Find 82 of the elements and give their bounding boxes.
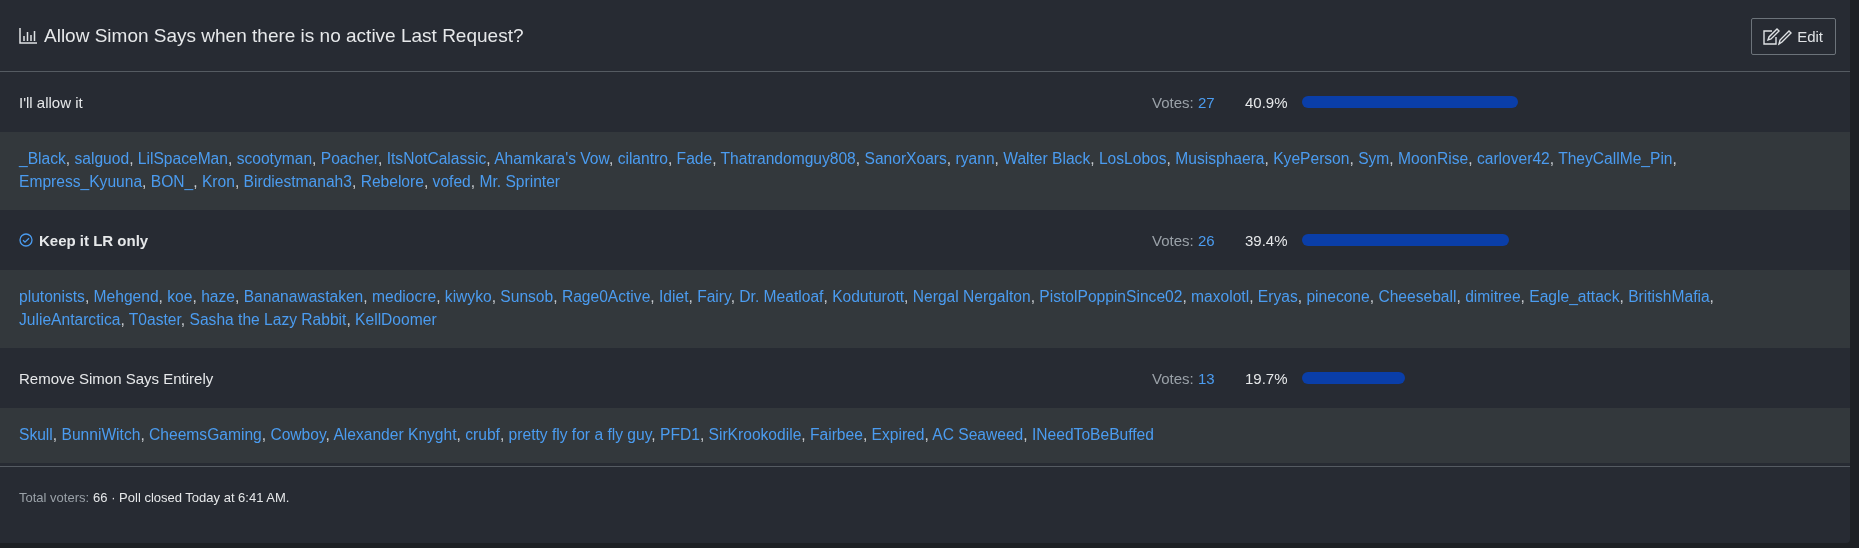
- voter-link[interactable]: dimitree: [1465, 288, 1521, 305]
- voter-list: plutonists, Mehgend, koe, haze, Bananawastaken, mediocre, kiwyko, Sunsob, Rage0Active, Idiet, Fairy, Dr. Meatloaf, Koduturott, Nergal Nergalton, PistolPoppinSince02, maxolotl, Eryas, pinecone, Cheeseball, dimitree, Eagle_attack, BritishMafia, JulieAntarctica, T0aster, Sasha the Lazy Rabbit, KellDoomer: [0, 270, 1850, 348]
- voter-link[interactable]: haze: [201, 288, 235, 305]
- voter-link[interactable]: ItsNotCalassic: [386, 150, 487, 167]
- voter-link[interactable]: maxolotl: [1191, 288, 1250, 305]
- voter-link[interactable]: LosLobos: [1098, 150, 1167, 167]
- voter-link[interactable]: Fade: [676, 150, 713, 167]
- voter-link[interactable]: MoonRise: [1398, 150, 1469, 167]
- option-label: Keep it LR only: [39, 231, 149, 249]
- voter-link[interactable]: KyePerson: [1273, 150, 1350, 167]
- vote-percent: 39.4%: [1245, 231, 1289, 249]
- voter-link[interactable]: CheemsGaming: [149, 426, 262, 443]
- voter-link[interactable]: Rebelore: [360, 173, 424, 190]
- vote-percent: 19.7%: [1245, 369, 1289, 387]
- voter-link[interactable]: KellDoomer: [355, 311, 437, 328]
- voter-link[interactable]: T0aster: [128, 311, 181, 328]
- voter-link[interactable]: vofed: [432, 173, 471, 190]
- voter-link[interactable]: BON_: [150, 173, 194, 190]
- voter-link[interactable]: Eagle_attack: [1529, 288, 1620, 305]
- voter-link[interactable]: cilantro: [617, 150, 668, 167]
- voter-link[interactable]: koe: [167, 288, 193, 305]
- voter-link[interactable]: TheyCallMe_Pin: [1558, 150, 1673, 167]
- voter-link[interactable]: BritishMafia: [1628, 288, 1710, 305]
- voter-link[interactable]: Rage0Active: [561, 288, 651, 305]
- voter-link[interactable]: Walter Black: [1003, 150, 1091, 167]
- voter-link[interactable]: Mehgend: [93, 288, 159, 305]
- vote-percent: 40.9%: [1245, 93, 1289, 111]
- voter-link[interactable]: Fairbee: [810, 426, 863, 443]
- voter-list: _Black, salguod, LilSpaceMan, scootyman, Poacher, ItsNotCalassic, Ahamkara's Vow, cilantro, Fade, Thatrandomguy808, SanorXoars, ryann, Walter Black, LosLobos, Musisphaera, KyePerson, Sym, MoonRise, carlover42, TheyCallMe_Pin, Empress_Kyuuna, BON_, Kron, Birdiestmanah3, Rebelore, vofed, Mr. Sprinter: [0, 132, 1850, 210]
- voter-link[interactable]: BunniWitch: [61, 426, 141, 443]
- check-circle-icon: [19, 233, 33, 247]
- voter-list: Skull, BunniWitch, CheemsGaming, Cowboy, Alexander Knyght, crubf, pretty fly for a fly guy, PFD1, SirKrookodile, Fairbee, Expired, AC Seaweed, INeedToBeBuffed: [0, 408, 1850, 463]
- voter-link[interactable]: Expired: [871, 426, 925, 443]
- voter-link[interactable]: Ahamkara's Vow: [494, 150, 609, 167]
- voter-link[interactable]: Alexander Knyght: [333, 426, 457, 443]
- vote-count: Votes: 13: [1152, 369, 1216, 387]
- vote-count: Votes: 27: [1152, 93, 1216, 111]
- footer-text: 66 · Poll closed Today at 6:41 AM.: [93, 490, 290, 505]
- voter-link[interactable]: Musisphaera: [1175, 150, 1265, 167]
- voter-link[interactable]: pinecone: [1306, 288, 1370, 305]
- voter-link[interactable]: Kron: [201, 173, 235, 190]
- chart-icon: [19, 27, 38, 44]
- voter-link[interactable]: INeedToBeBuffed: [1032, 426, 1154, 443]
- option-label: I'll allow it: [19, 93, 83, 111]
- voter-link[interactable]: salguod: [74, 150, 130, 167]
- voter-link[interactable]: Sym: [1358, 150, 1390, 167]
- footer-label: Total voters:: [19, 490, 90, 505]
- edit-button[interactable]: Edit: [1751, 18, 1836, 55]
- voter-link[interactable]: Nergal Nergalton: [912, 288, 1031, 305]
- voter-link[interactable]: Sunsob: [500, 288, 554, 305]
- voter-link[interactable]: Fairy: [697, 288, 731, 305]
- voter-link[interactable]: Skull: [19, 426, 53, 443]
- voter-link[interactable]: Poacher: [320, 150, 378, 167]
- voter-link[interactable]: Eryas: [1257, 288, 1298, 305]
- voter-link[interactable]: plutonists: [19, 288, 85, 305]
- voter-link[interactable]: Bananawastaken: [243, 288, 364, 305]
- voter-link[interactable]: Sasha the Lazy Rabbit: [189, 311, 347, 328]
- edit-icon: [1762, 27, 1793, 46]
- voter-link[interactable]: crubf: [465, 426, 500, 443]
- voter-link[interactable]: SirKrookodile: [708, 426, 802, 443]
- voter-link[interactable]: SanorXoars: [864, 150, 947, 167]
- voter-link[interactable]: carlover42: [1476, 150, 1550, 167]
- voter-link[interactable]: Mr. Sprinter: [479, 173, 561, 190]
- voter-link[interactable]: LilSpaceMan: [137, 150, 228, 167]
- option-label: Remove Simon Says Entirely: [19, 369, 214, 387]
- voter-link[interactable]: kiwyko: [444, 288, 492, 305]
- voter-link[interactable]: AC Seaweed: [932, 426, 1024, 443]
- voter-link[interactable]: JulieAntarctica: [19, 311, 121, 328]
- voter-link[interactable]: mediocre: [372, 288, 437, 305]
- poll-title: Allow Simon Says when there is no active Last Request?: [44, 24, 524, 47]
- voter-link[interactable]: Dr. Meatloaf: [739, 288, 824, 305]
- voter-link[interactable]: Birdiestmanah3: [243, 173, 352, 190]
- voter-link[interactable]: Idiet: [659, 288, 689, 305]
- vote-count: Votes: 26: [1152, 231, 1216, 249]
- voter-link[interactable]: Thatrandomguy808: [720, 150, 856, 167]
- voter-link[interactable]: pretty fly for a fly guy: [508, 426, 652, 443]
- voter-link[interactable]: _Black: [19, 150, 66, 167]
- voter-link[interactable]: Cowboy: [270, 426, 326, 443]
- voter-link[interactable]: Cheeseball: [1378, 288, 1457, 305]
- voter-link[interactable]: PistolPoppinSince02: [1039, 288, 1183, 305]
- voter-link[interactable]: ryann: [955, 150, 995, 167]
- voter-link[interactable]: PFD1: [660, 426, 700, 443]
